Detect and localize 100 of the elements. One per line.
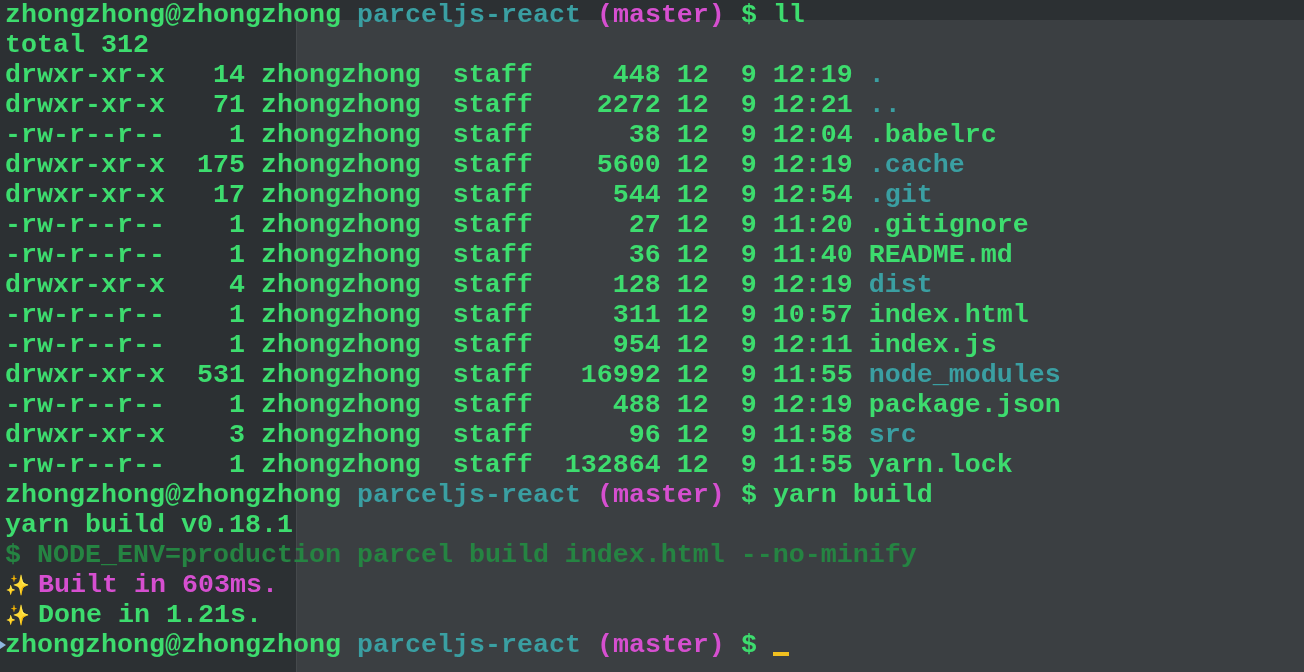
file-name: .git [868,180,933,210]
owner-text: zhongzhong [260,240,421,270]
file-size: 311 [611,300,661,330]
output-text: Done in 1.21s. [38,600,262,630]
owner-text: zhongzhong [260,330,421,360]
file-size: 16992 [579,360,661,390]
owner-text: zhongzhong [260,60,421,90]
time-text: 12:19 [772,150,853,180]
permissions-text: -rw-r--r-- [5,240,165,270]
file-size: 544 [611,180,661,210]
link-count: 1 [227,450,245,480]
file-size: 96 [627,420,661,450]
owner-text: zhongzhong [260,270,421,300]
file-size: 36 [627,240,661,270]
output-text: $ NODE_ENV=production parcel build index.html --no-minify [5,540,917,570]
month-text: 12 [676,60,709,90]
group-text: staff [452,210,533,240]
permissions-text: -rw-r--r-- [5,330,165,360]
command-text: yarn build [772,480,933,510]
day-text: 9 [739,390,757,420]
link-count: 4 [227,270,245,300]
link-count: 1 [227,210,245,240]
prompt-user: zhongzhong@zhongzhong [5,630,341,660]
owner-text: zhongzhong [260,90,421,120]
link-count: 531 [195,360,245,390]
link-count: 71 [211,90,245,120]
group-text: staff [452,240,533,270]
file-name: node_modules [868,360,1061,390]
owner-text: zhongzhong [260,180,421,210]
time-text: 11:55 [772,450,853,480]
link-count: 1 [227,390,245,420]
month-text: 12 [676,120,709,150]
permissions-text: drwxr-xr-x [5,90,165,120]
month-text: 12 [676,90,709,120]
output-text: total 312 [5,30,149,60]
day-text: 9 [739,330,757,360]
group-text: staff [452,270,533,300]
prompt-directory: parceljs-react [356,480,581,510]
time-text: 11:58 [772,420,853,450]
file-name: index.html [868,300,1029,330]
group-text: staff [452,60,533,90]
file-name: package.json [868,390,1061,420]
month-text: 12 [676,240,709,270]
file-name: . [868,60,885,90]
permissions-text: drwxr-xr-x [5,270,165,300]
file-name: .babelrc [868,120,997,150]
time-text: 12:11 [772,330,853,360]
permissions-text: -rw-r--r-- [5,210,165,240]
file-name: README.md [868,240,1013,270]
group-text: staff [452,390,533,420]
file-size: 488 [611,390,661,420]
prompt-symbol: $ [740,480,757,510]
month-text: 12 [676,150,709,180]
prompt-directory: parceljs-react [356,630,581,660]
day-text: 9 [739,60,757,90]
month-text: 12 [676,390,709,420]
prompt-branch: (master) [596,480,725,510]
month-text: 12 [676,420,709,450]
file-name: .gitignore [868,210,1029,240]
file-size: 132864 [563,450,661,480]
file-name: .cache [868,150,965,180]
month-text: 12 [676,210,709,240]
time-text: 12:19 [772,390,853,420]
output-text: yarn build v0.18.1 [5,510,293,540]
permissions-text: drwxr-xr-x [5,420,165,450]
file-size: 5600 [595,150,661,180]
link-count: 175 [195,150,245,180]
file-name: .. [868,90,901,120]
prompt-directory: parceljs-react [356,0,581,30]
group-text: staff [452,450,533,480]
group-text: staff [452,330,533,360]
file-name: src [868,420,917,450]
day-text: 9 [739,120,757,150]
group-text: staff [452,360,533,390]
prompt-symbol: $ [740,0,757,30]
link-count: 17 [211,180,245,210]
day-text: 9 [739,270,757,300]
day-text: 9 [739,180,757,210]
owner-text: zhongzhong [260,360,421,390]
permissions-text: -rw-r--r-- [5,450,165,480]
day-text: 9 [739,240,757,270]
day-text: 9 [739,420,757,450]
owner-text: zhongzhong [260,450,421,480]
link-count: 14 [211,60,245,90]
owner-text: zhongzhong [260,300,421,330]
day-text: 9 [739,150,757,180]
prompt-branch: (master) [596,630,725,660]
month-text: 12 [676,450,709,480]
day-text: 9 [739,300,757,330]
group-text: staff [452,180,533,210]
time-text: 11:55 [772,360,853,390]
sparkles-icon: ✨ [5,602,30,628]
permissions-text: drwxr-xr-x [5,360,165,390]
file-size: 38 [627,120,661,150]
file-name: dist [868,270,933,300]
output-text: Built in 603ms. [38,570,278,600]
file-size: 2272 [595,90,661,120]
time-text: 12:19 [772,60,853,90]
time-text: 10:57 [772,300,853,330]
link-count: 1 [227,330,245,360]
